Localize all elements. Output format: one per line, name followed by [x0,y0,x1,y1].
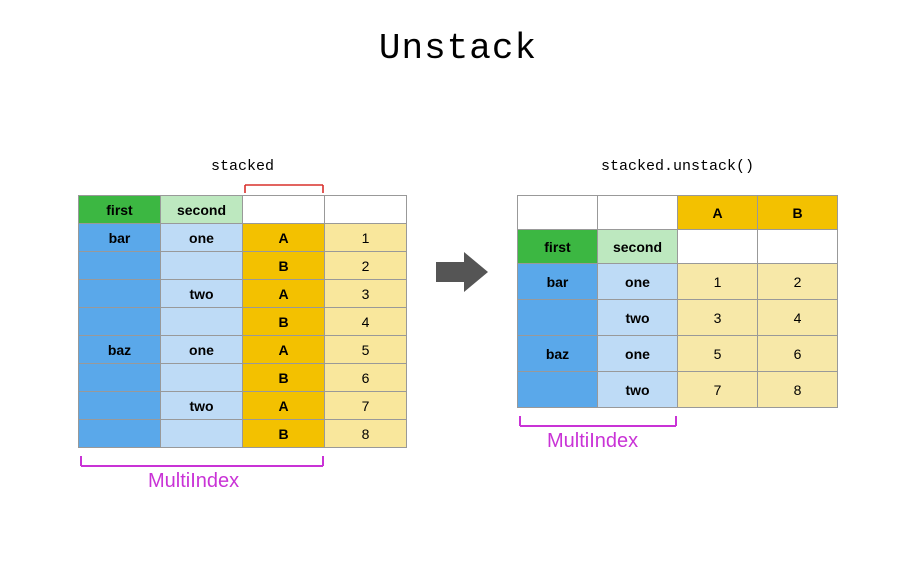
idx-second: two [161,280,243,308]
table-row: bar one A 1 [79,224,407,252]
inner-key: B [243,364,325,392]
idx-second: one [598,264,678,300]
col-second-header: second [161,196,243,224]
blank-header [518,196,598,230]
table-row: B 8 [79,420,407,448]
idx-first: baz [79,336,161,364]
index-header-row: first second [518,230,838,264]
blank-header [678,230,758,264]
red-bracket-icon [79,183,407,195]
col-A-header: A [678,196,758,230]
col-B-header: B [758,196,838,230]
cell-value: 5 [678,336,758,372]
idx-second: two [598,372,678,408]
idx-second [161,420,243,448]
blank-header [758,230,838,264]
idx-second [161,252,243,280]
idx-first: baz [518,336,598,372]
idx-second: one [598,336,678,372]
cell-value: 6 [325,364,407,392]
table-row: B 4 [79,308,407,336]
idx-first [79,308,161,336]
inner-key: A [243,280,325,308]
cell-value: 7 [678,372,758,408]
cell-value: 1 [325,224,407,252]
cell-value: 2 [325,252,407,280]
idx-first [79,420,161,448]
idx-first [518,300,598,336]
blank-header [243,196,325,224]
inner-key: A [243,392,325,420]
multiindex-label: MultiIndex [148,470,239,493]
idx-second [161,364,243,392]
right-panel: stacked.unstack() A B first second bar o… [517,158,838,453]
cell-value: 2 [758,264,838,300]
table-row: two 7 8 [518,372,838,408]
cell-value: 4 [758,300,838,336]
inner-key: B [243,420,325,448]
col-second-header: second [598,230,678,264]
cell-value: 8 [325,420,407,448]
table-row: baz one A 5 [79,336,407,364]
idx-first [79,364,161,392]
idx-second: two [161,392,243,420]
col-first-header: first [518,230,598,264]
cell-value: 4 [325,308,407,336]
idx-first [79,280,161,308]
col-header-row: A B [518,196,838,230]
right-caption: stacked.unstack() [601,158,754,175]
table-row: bar one 1 2 [518,264,838,300]
table-row: two A 7 [79,392,407,420]
cell-value: 3 [325,280,407,308]
col-first-header: first [79,196,161,224]
inner-key: A [243,336,325,364]
blank-header [598,196,678,230]
idx-second: two [598,300,678,336]
purple-bracket-icon [518,414,838,428]
idx-first: bar [518,264,598,300]
purple-bracket-icon [79,454,407,468]
idx-second [161,308,243,336]
inner-key: A [243,224,325,252]
table-header-row: first second [79,196,407,224]
blank-header [325,196,407,224]
table-row: baz one 5 6 [518,336,838,372]
left-caption: stacked [211,158,274,175]
inner-key: B [243,252,325,280]
unstacked-table: A B first second bar one 1 2 two 3 4 [517,195,838,408]
inner-key: B [243,308,325,336]
idx-second: one [161,224,243,252]
stacked-table: first second bar one A 1 B 2 two A [78,195,407,448]
multiindex-label: MultiIndex [547,430,638,453]
left-panel: stacked first second bar one A 1 [78,158,407,493]
table-row: two A 3 [79,280,407,308]
cell-value: 1 [678,264,758,300]
cell-value: 3 [678,300,758,336]
page-title: Unstack [0,28,916,69]
idx-first [79,392,161,420]
idx-first [79,252,161,280]
table-row: two 3 4 [518,300,838,336]
idx-first [518,372,598,408]
cell-value: 7 [325,392,407,420]
table-row: B 2 [79,252,407,280]
idx-first: bar [79,224,161,252]
diagram-stage: stacked first second bar one A 1 [0,158,916,493]
cell-value: 8 [758,372,838,408]
cell-value: 6 [758,336,838,372]
arrow-icon [417,248,507,296]
idx-second: one [161,336,243,364]
table-row: B 6 [79,364,407,392]
cell-value: 5 [325,336,407,364]
